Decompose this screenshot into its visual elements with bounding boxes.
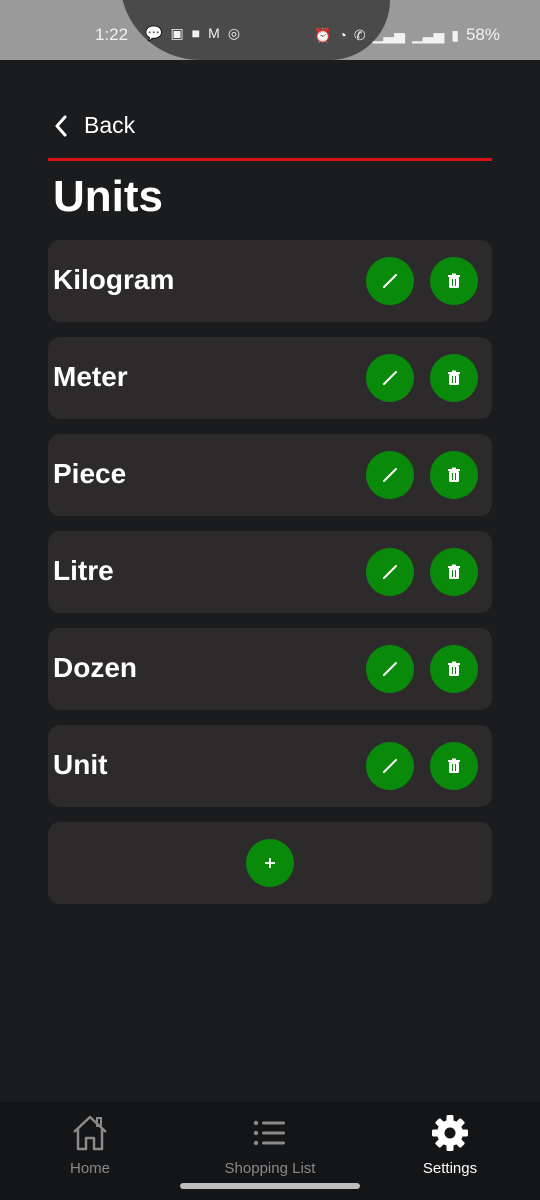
unit-card: Unit: [48, 725, 492, 807]
battery-icon: ▮: [451, 26, 459, 43]
chevron-left-icon: [55, 115, 67, 136]
unit-card: Meter: [48, 337, 492, 419]
delete-button[interactable]: [430, 354, 478, 402]
pencil-icon: [383, 371, 397, 385]
unit-card: Litre: [48, 531, 492, 613]
delete-button[interactable]: [430, 257, 478, 305]
delete-button[interactable]: [430, 451, 478, 499]
signal-icon: ▁▃▅: [411, 26, 445, 43]
trash-icon: [448, 370, 460, 385]
nav-label-shopping-list: Shopping List: [224, 1160, 316, 1177]
nav-item-settings[interactable]: Settings: [360, 1112, 540, 1177]
unit-card: Piece: [48, 434, 492, 516]
trash-icon: [448, 273, 460, 288]
unit-name: Meter: [53, 361, 128, 392]
linkedin-icon: ■: [191, 25, 201, 41]
edit-button[interactable]: [366, 451, 414, 499]
gear-icon: [432, 1115, 468, 1151]
back-button[interactable]: Back: [52, 112, 135, 139]
wifi-call-icon: ✆: [353, 26, 366, 43]
pencil-icon: [383, 468, 397, 482]
edit-button[interactable]: [366, 257, 414, 305]
trash-icon: [448, 564, 460, 579]
signal-icon: ▁▃▅: [372, 26, 405, 43]
unit-name: Piece: [53, 458, 127, 489]
delete-button[interactable]: [430, 645, 478, 693]
nav-item-home[interactable]: Home: [0, 1112, 180, 1177]
nav-item-shopping-list[interactable]: Shopping List: [180, 1112, 360, 1177]
list-icon: [253, 1120, 285, 1146]
nav-label-home: Home: [69, 1160, 110, 1177]
nav-label-settings: Settings: [422, 1160, 478, 1177]
wifi-icon: ◔: [338, 27, 347, 43]
add-unit-button[interactable]: [246, 839, 294, 887]
chat-icon: 💬: [145, 25, 163, 41]
gesture-bar[interactable]: [180, 1183, 360, 1189]
add-unit-card: [48, 822, 492, 904]
unit-card: Kilogram: [48, 240, 492, 322]
plus-icon: [265, 858, 275, 868]
system-icons: ⏰ ◔ ✆ ▁▃▅ ▁▃▅ ▮ 58%: [314, 25, 500, 45]
status-time: 1:22: [95, 25, 129, 44]
unit-name: Unit: [53, 749, 108, 780]
status-bar: 1:22 💬 ▣ ■ M ◎ ⏰ ◔ ✆ ▁▃▅ ▁▃▅ ▮ 58%: [0, 0, 540, 60]
edit-button[interactable]: [366, 548, 414, 596]
header-divider: [48, 158, 492, 161]
battery-percent: 58%: [465, 25, 500, 44]
unit-name: Litre: [53, 555, 114, 586]
back-label: Back: [84, 112, 136, 138]
trash-icon: [448, 467, 460, 482]
pencil-icon: [383, 759, 397, 773]
gmail-icon: M: [208, 25, 220, 41]
page-title: Units: [53, 172, 163, 221]
unit-card: Dozen: [48, 628, 492, 710]
delete-button[interactable]: [430, 742, 478, 790]
home-icon: [73, 1115, 107, 1151]
instagram-icon: ▣: [170, 25, 184, 41]
pencil-icon: [383, 662, 397, 676]
delete-button[interactable]: [430, 548, 478, 596]
edit-button[interactable]: [366, 354, 414, 402]
unit-list: Kilogram Meter Piece Litre Dozen Unit: [48, 240, 492, 822]
pencil-icon: [383, 274, 397, 288]
pencil-icon: [383, 565, 397, 579]
unit-name: Kilogram: [53, 264, 175, 295]
notification-icons: 💬 ▣ ■ M ◎: [145, 25, 240, 42]
unit-name: Dozen: [53, 652, 137, 683]
trash-icon: [448, 758, 460, 773]
app-icon: ◎: [227, 25, 241, 41]
alarm-icon: ⏰: [313, 26, 332, 43]
trash-icon: [448, 661, 460, 676]
edit-button[interactable]: [366, 742, 414, 790]
edit-button[interactable]: [366, 645, 414, 693]
